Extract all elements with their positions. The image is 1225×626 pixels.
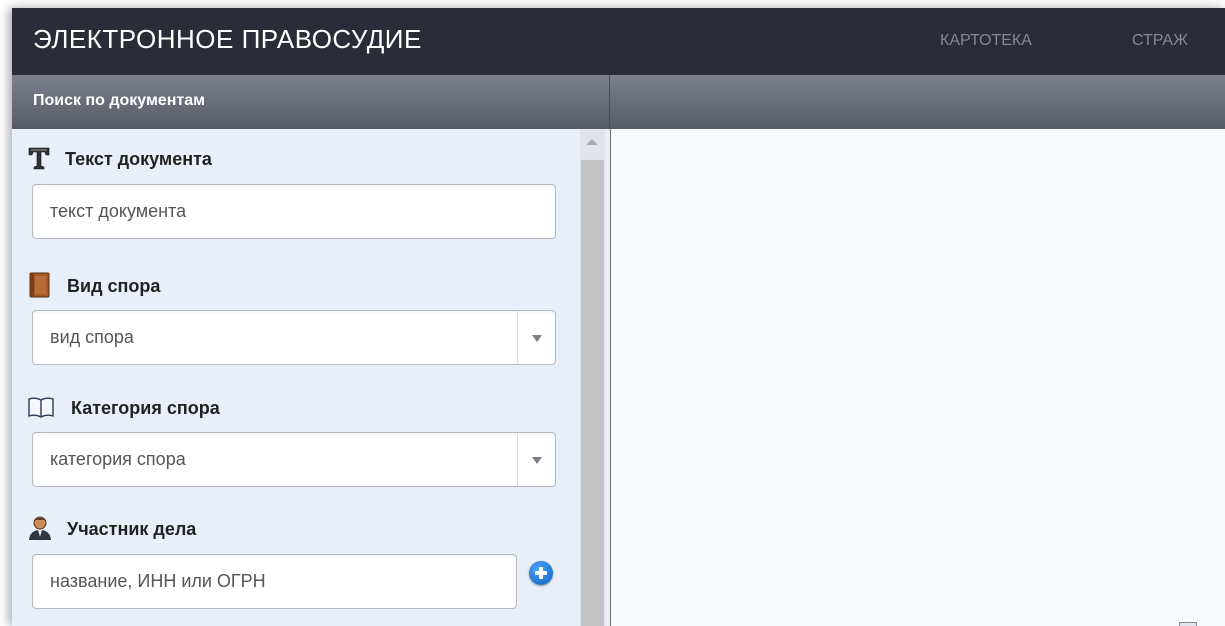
search-panel-header: Поиск по документам [12, 75, 610, 129]
case-participant-placeholder: название, ИНН или ОГРН [50, 571, 266, 591]
chevron-down-icon[interactable] [517, 311, 555, 364]
book-icon [27, 272, 53, 303]
results-area [610, 129, 1225, 626]
nav-item-strazh[interactable]: СТРАЖ [1132, 32, 1188, 50]
dispute-category-placeholder: категория спора [50, 449, 186, 469]
chevron-down-icon[interactable] [517, 433, 555, 486]
case-participant-input[interactable]: название, ИНН или ОГРН [32, 554, 517, 609]
panel-header-bar: Поиск по документам [12, 75, 1225, 129]
add-participant-button[interactable] [529, 561, 553, 585]
open-book-icon [27, 395, 55, 424]
brand-title[interactable]: ЭЛЕКТРОННОЕ ПРАВОСУДИЕ [33, 24, 422, 55]
dispute-category-select[interactable]: категория спора [32, 432, 556, 487]
scrollbar-thumb[interactable] [581, 160, 604, 626]
dispute-category-label-text: Категория спора [71, 398, 220, 418]
app-window: ЭЛЕКТРОННОЕ ПРАВОСУДИЕ КАРТОТЕКА СТРАЖ П… [12, 8, 1225, 626]
person-icon [27, 515, 53, 546]
sidebar-scrollbar[interactable] [580, 129, 605, 626]
dispute-type-select[interactable]: вид спора [32, 310, 556, 365]
document-text-label-text: Текст документа [65, 149, 212, 169]
panel-title: Поиск по документам [33, 92, 205, 109]
search-sidebar: Текст документа текст документа Вид спор… [12, 129, 610, 626]
document-text-placeholder: текст документа [50, 201, 187, 221]
document-text-input[interactable]: текст документа [32, 184, 556, 239]
top-navbar: ЭЛЕКТРОННОЕ ПРАВОСУДИЕ КАРТОТЕКА СТРАЖ [12, 8, 1225, 75]
case-participant-label-text: Участник дела [67, 519, 197, 539]
scroll-up-arrow-icon[interactable] [586, 139, 598, 145]
dispute-type-placeholder: вид спора [50, 327, 134, 347]
dispute-type-label-text: Вид спора [67, 276, 161, 296]
nav-item-kartoteka[interactable]: КАРТОТЕКА [940, 32, 1032, 50]
text-t-icon [27, 146, 51, 175]
corner-toggle-icon[interactable] [1179, 622, 1197, 626]
